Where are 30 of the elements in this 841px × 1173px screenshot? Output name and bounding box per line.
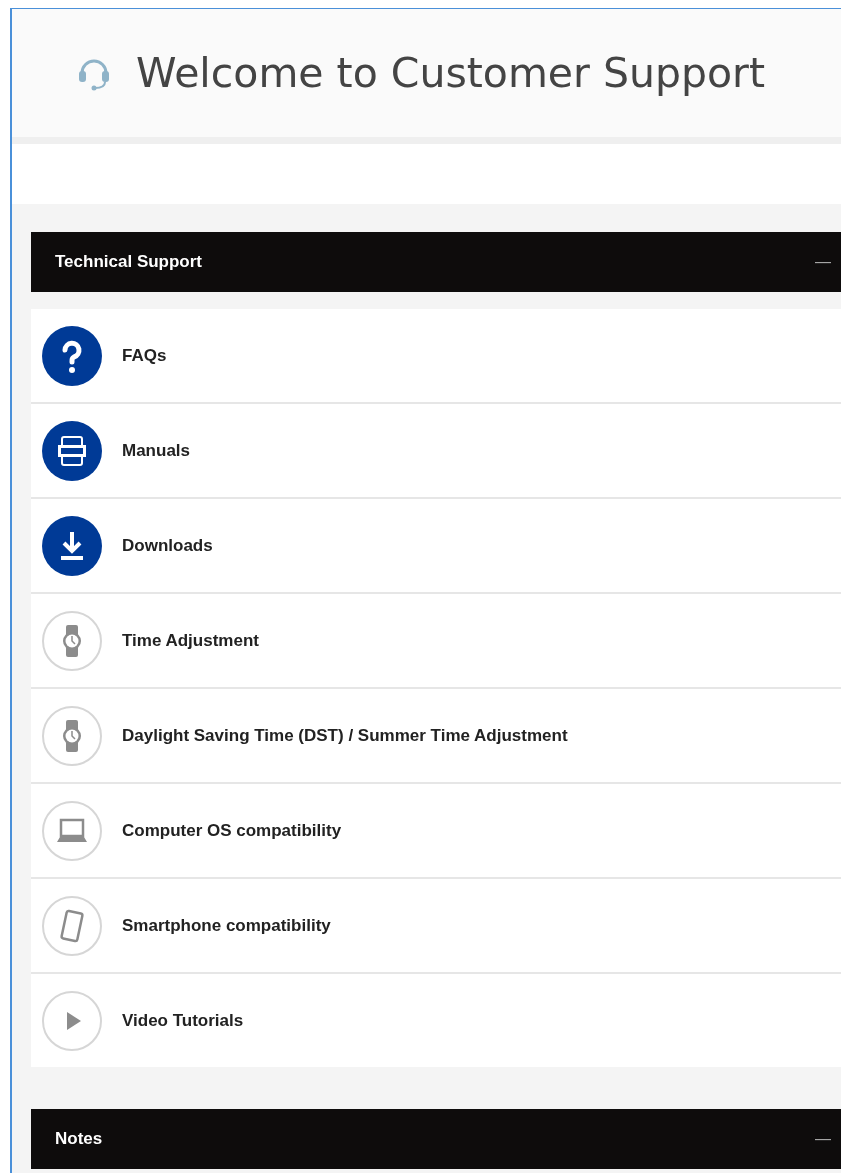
support-item[interactable]: Downloads <box>31 499 841 594</box>
item-label: Downloads <box>122 535 213 556</box>
item-label: Smartphone compatibility <box>122 915 331 936</box>
play-icon <box>42 990 102 1051</box>
item-label: FAQs <box>122 345 167 366</box>
page-title: Welcome to Customer Support <box>136 49 766 97</box>
section-title: Technical Support <box>55 252 203 272</box>
support-item[interactable]: Manuals <box>31 404 841 499</box>
question-icon <box>42 325 102 386</box>
smartphone-icon <box>42 895 102 956</box>
download-icon <box>42 515 102 576</box>
section-title: Notes <box>55 1129 103 1149</box>
collapse-button[interactable]: — <box>805 1130 841 1148</box>
support-item[interactable]: FAQs <box>31 309 841 404</box>
item-label: Time Adjustment <box>122 630 259 651</box>
section-header[interactable]: Notes — <box>31 1109 841 1169</box>
support-item[interactable]: Computer OS compatibility <box>31 784 841 879</box>
support-item[interactable]: Daylight Saving Time (DST) / Summer Time Adjustment <box>31 689 841 784</box>
support-item[interactable]: Video Tutorials <box>31 974 841 1067</box>
item-label: Video Tutorials <box>122 1010 244 1031</box>
support-item[interactable]: Smartphone compatibility <box>31 879 841 974</box>
section-header[interactable]: Technical Support — <box>31 232 841 292</box>
watch-icon <box>42 610 102 671</box>
item-label: Computer OS compatibility <box>122 820 342 841</box>
support-item[interactable]: Time Adjustment <box>31 594 841 689</box>
item-label: Manuals <box>122 440 191 461</box>
laptop-icon <box>42 800 102 861</box>
watch-icon <box>42 705 102 766</box>
collapse-button[interactable]: — <box>805 253 841 271</box>
item-label: Daylight Saving Time (DST) / Summer Time Adjustment <box>122 725 568 746</box>
